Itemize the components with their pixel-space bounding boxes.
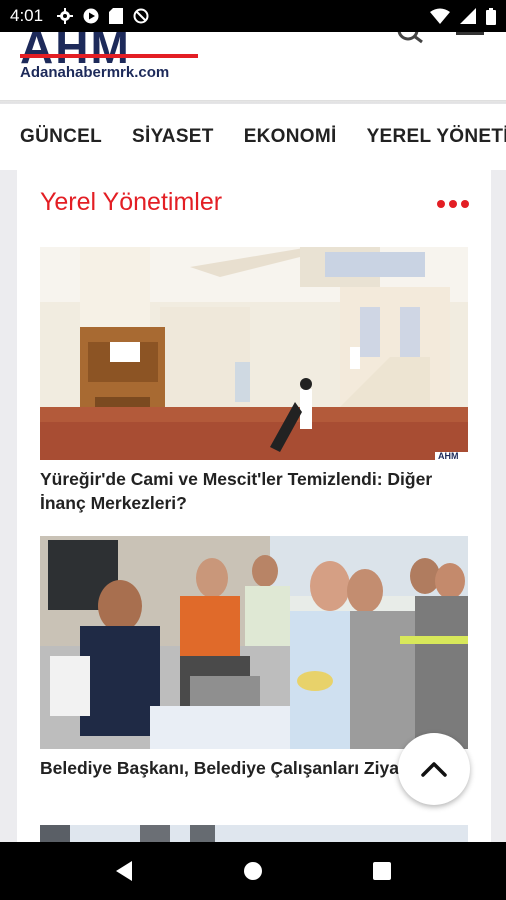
system-nav-bar bbox=[0, 842, 506, 900]
more-options-icon[interactable] bbox=[437, 200, 469, 208]
logo-stripe bbox=[20, 54, 198, 58]
menu-icon[interactable] bbox=[456, 32, 484, 40]
scroll-top-button[interactable] bbox=[398, 733, 470, 805]
image-watermark: AHM bbox=[438, 451, 459, 460]
chevron-up-icon bbox=[421, 762, 447, 777]
search-icon[interactable] bbox=[396, 32, 426, 44]
home-icon[interactable] bbox=[242, 860, 264, 882]
category-tab-ekonomi[interactable]: EKONOMİ bbox=[244, 126, 337, 148]
gear-icon bbox=[57, 8, 74, 24]
site-logo[interactable]: AHM Adanahabermrk.com bbox=[20, 32, 198, 81]
status-bar: 4:01 bbox=[0, 0, 506, 32]
logo-subtitle: Adanahabermrk.com bbox=[20, 64, 170, 81]
article-title[interactable]: Yüreğir'de Cami ve Mescit'ler Temizlendi… bbox=[40, 467, 470, 515]
back-icon[interactable] bbox=[114, 860, 134, 882]
signal-icon bbox=[460, 8, 476, 24]
section-title: Yerel Yönetimler bbox=[40, 188, 223, 216]
category-tab-yerel-yonetimler[interactable]: YEREL YÖNETİMLER bbox=[367, 126, 506, 148]
play-icon bbox=[83, 8, 99, 24]
wifi-icon bbox=[430, 8, 450, 24]
status-time: 4:01 bbox=[10, 6, 44, 25]
article-image[interactable]: AHM bbox=[40, 247, 468, 460]
recents-icon[interactable] bbox=[372, 861, 392, 881]
sd-card-icon bbox=[109, 8, 124, 24]
app-header: AHM Adanahabermrk.com bbox=[0, 32, 506, 102]
article-image[interactable] bbox=[40, 825, 468, 842]
article-image[interactable] bbox=[40, 536, 468, 749]
battery-icon bbox=[486, 7, 496, 25]
category-tab-siyaset[interactable]: SİYASET bbox=[132, 126, 214, 148]
category-nav: GÜNCEL SİYASET EKONOMİ YEREL YÖNETİMLER bbox=[0, 104, 506, 170]
blocked-icon bbox=[133, 8, 149, 24]
category-tab-guncel[interactable]: GÜNCEL bbox=[20, 126, 102, 148]
